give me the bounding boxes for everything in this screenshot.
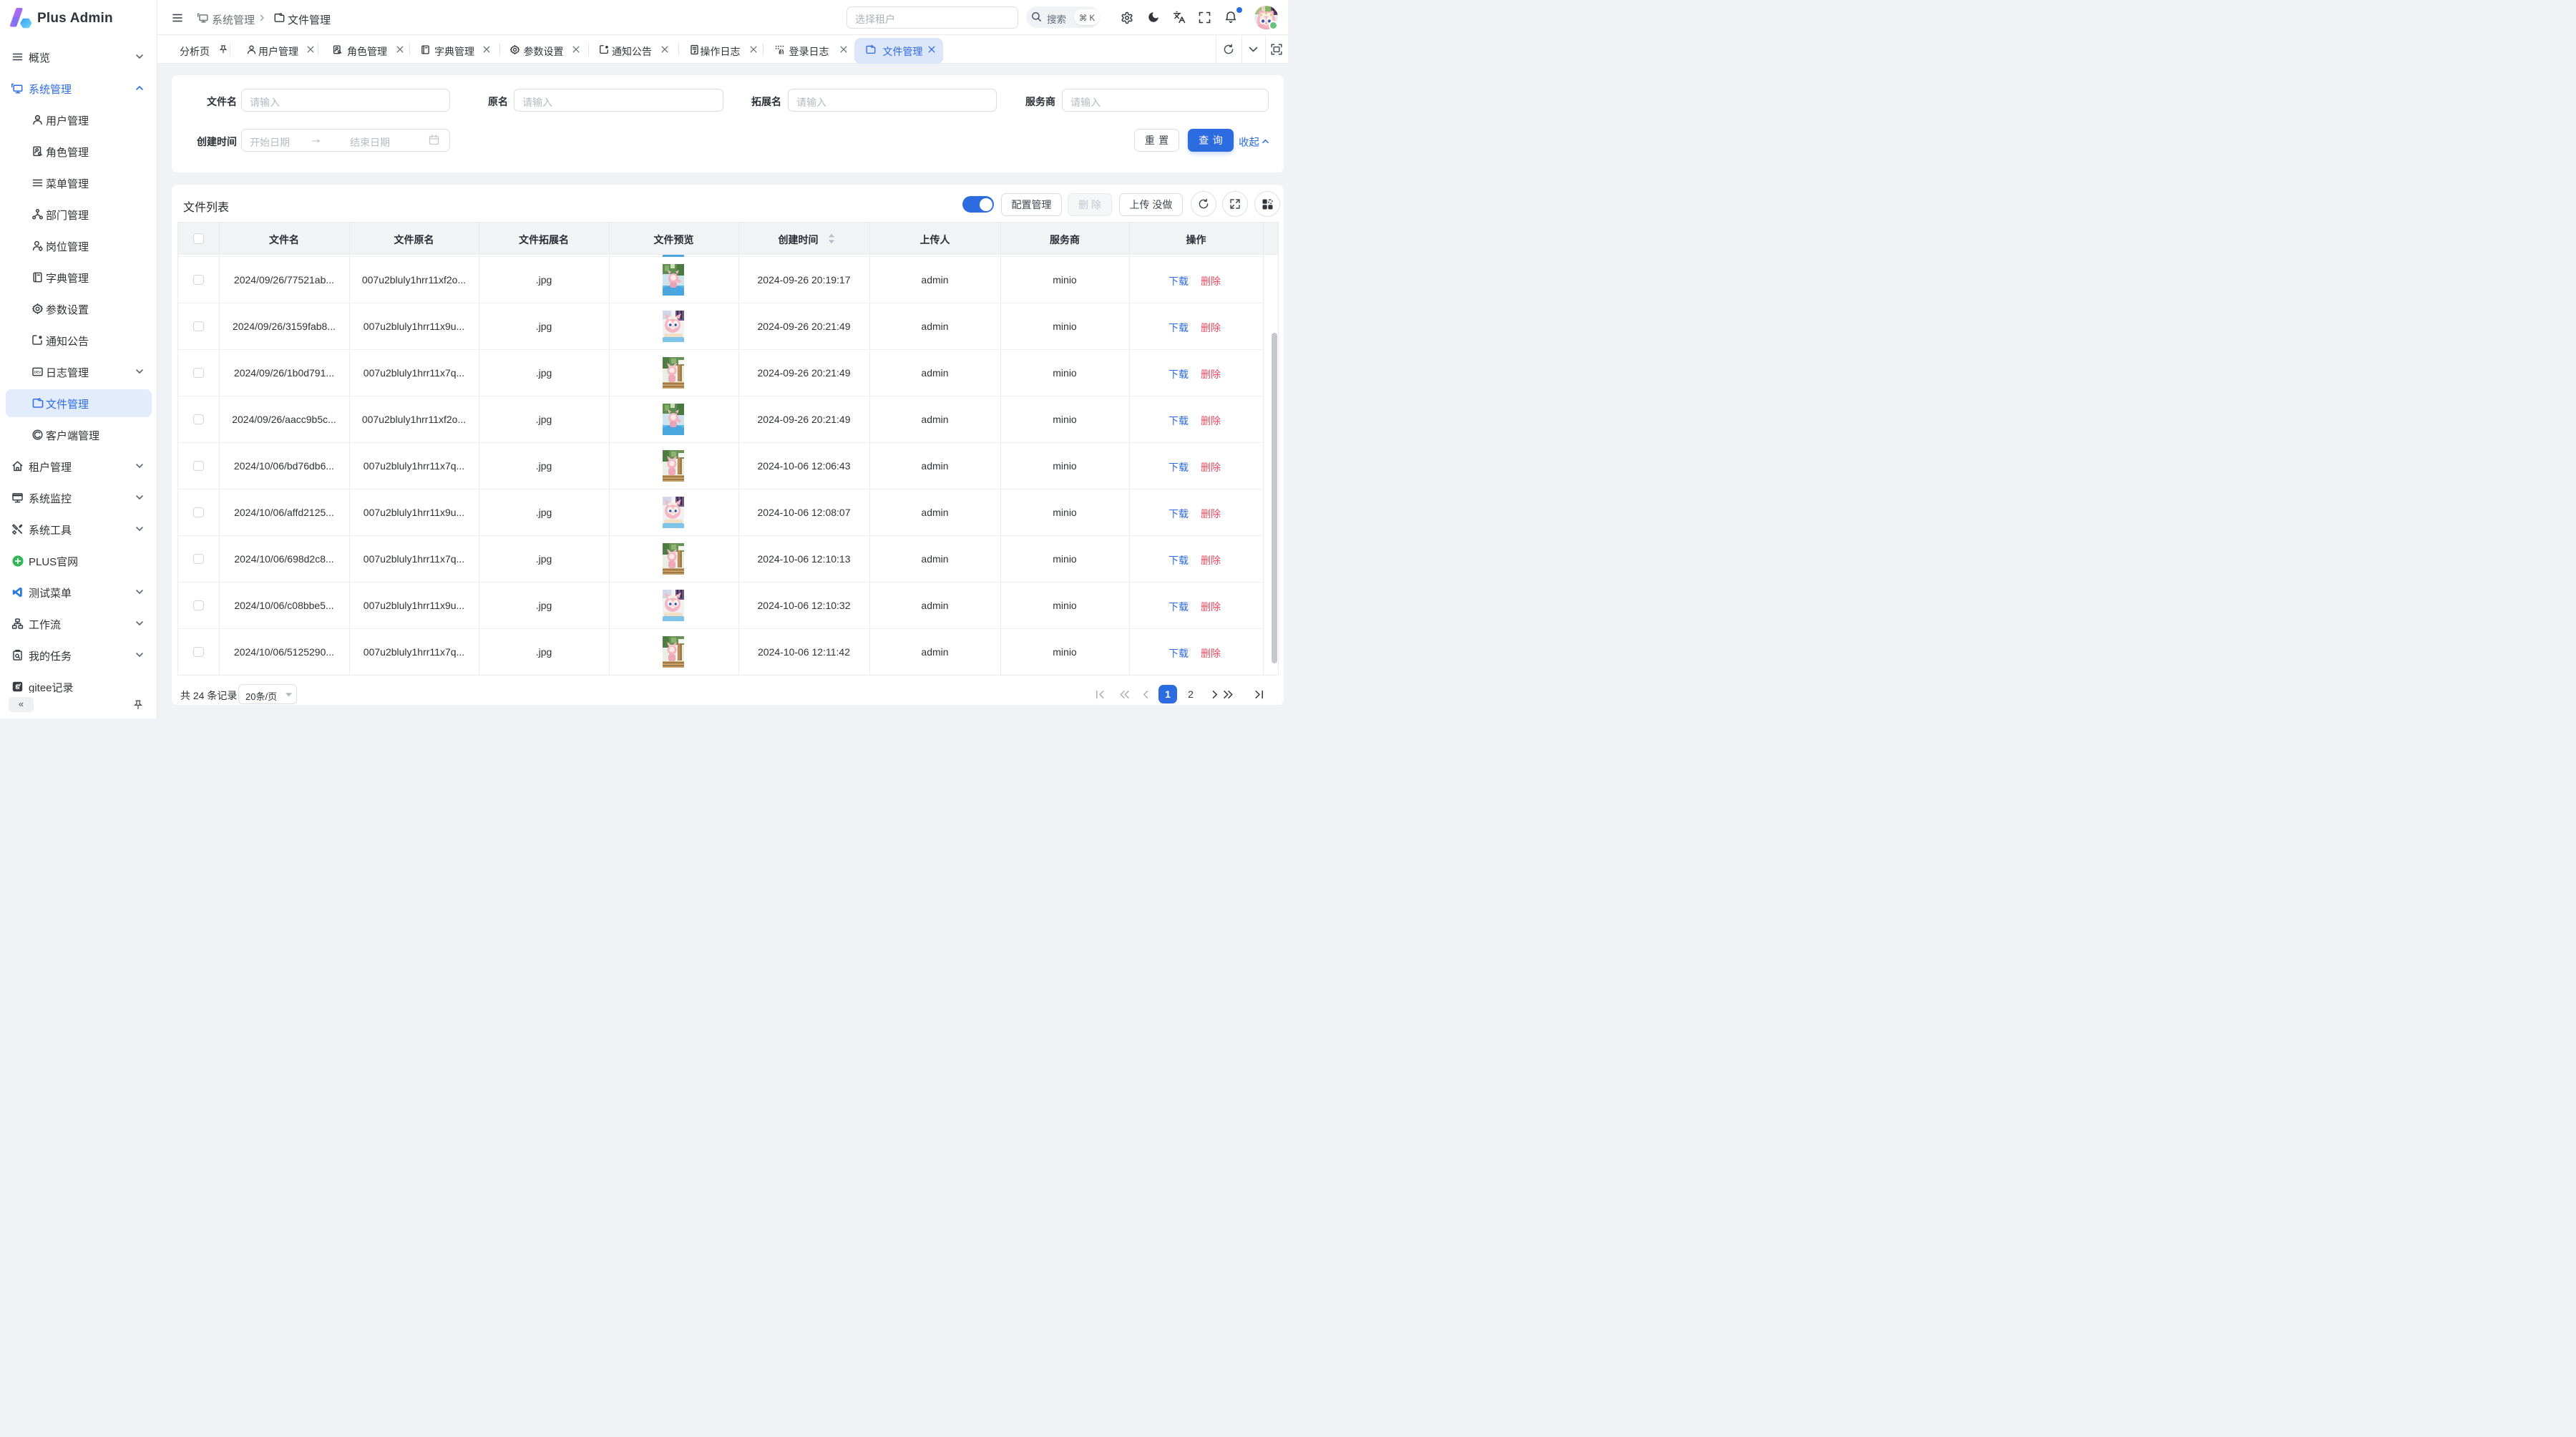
- svg-text:DEV: DEV: [34, 370, 42, 374]
